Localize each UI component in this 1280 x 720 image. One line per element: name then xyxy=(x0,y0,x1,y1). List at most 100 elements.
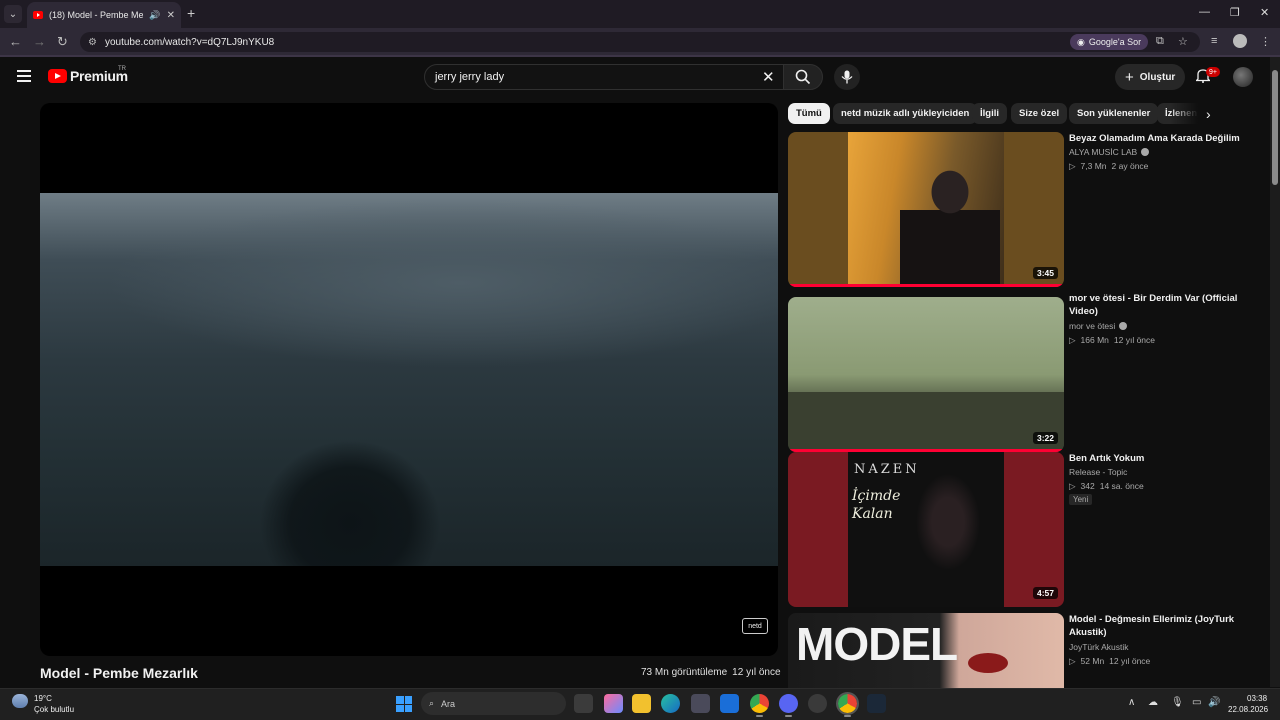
thumbnail-text: MODEL xyxy=(796,618,958,670)
age: 2 ay önce xyxy=(1111,161,1149,171)
search-icon xyxy=(795,69,811,85)
recommendation-channel[interactable]: Release - Topic xyxy=(1069,467,1127,477)
voice-search-button[interactable] xyxy=(834,64,860,90)
recommendation-meta: ▷ 7,3 Mn 2 ay önce xyxy=(1069,161,1148,172)
tab-search-button[interactable]: ⌄ xyxy=(4,5,22,23)
cast-icon[interactable]: ⧉ xyxy=(1156,35,1164,48)
file-explorer-icon[interactable] xyxy=(632,694,651,713)
play-icon: ▷ xyxy=(1069,335,1076,345)
profile-avatar[interactable] xyxy=(1233,34,1247,48)
age: 14 sa. önce xyxy=(1099,481,1144,491)
edge-icon[interactable] xyxy=(661,694,680,713)
album-title-text: NAZEN xyxy=(854,462,920,477)
chip-all[interactable]: Tümü xyxy=(788,103,830,124)
view-count: 73 Mn görüntüleme xyxy=(641,667,728,678)
recommendation-thumbnail[interactable]: MODEL xyxy=(788,613,1064,688)
forward-icon[interactable]: → xyxy=(33,34,46,49)
account-avatar[interactable] xyxy=(1233,67,1253,87)
speaker-icon[interactable]: 🔊 xyxy=(149,10,160,21)
recommendation-thumbnail[interactable]: 3:22 xyxy=(788,297,1064,452)
task-view-icon[interactable] xyxy=(574,694,593,713)
lens-icon: ◉ xyxy=(1077,36,1085,47)
recommendation-meta: ▷ 166 Mn 12 yıl önce xyxy=(1069,335,1155,346)
url-text: youtube.com/watch?v=dQ7LJ9nYKU8 xyxy=(104,36,275,48)
search-button[interactable] xyxy=(783,64,823,90)
clock-time[interactable]: 03:38 xyxy=(1247,694,1267,703)
minimize-icon[interactable]: — xyxy=(1199,6,1210,18)
scrollbar-thumb[interactable] xyxy=(1272,70,1278,185)
tab-close-icon[interactable]: ✕ xyxy=(167,10,175,21)
restore-icon[interactable]: ❐ xyxy=(1230,6,1240,19)
notification-count-badge: 9+ xyxy=(1206,67,1220,77)
weather-condition[interactable]: Çok bulutlu xyxy=(34,705,74,714)
address-bar[interactable]: ⚙ youtube.com/watch?v=dQ7LJ9nYKU8 xyxy=(80,32,1200,52)
clear-search-icon[interactable]: ✕ xyxy=(762,68,775,86)
weather-cloud-icon[interactable] xyxy=(12,694,28,708)
duration-badge: 4:57 xyxy=(1032,587,1058,599)
recommendation-title[interactable]: Beyaz Olamadım Ama Karada Değilim xyxy=(1069,132,1244,145)
reading-list-icon[interactable]: ≡ xyxy=(1211,35,1217,47)
video-player[interactable]: netd xyxy=(40,103,778,656)
youtube-logo[interactable]: Premium xyxy=(48,68,128,84)
reload-icon[interactable]: ↻ xyxy=(57,34,68,50)
chip-uploader[interactable]: netd müzik adlı yükleyiciden xyxy=(833,103,978,124)
chip-for-you[interactable]: Size özel xyxy=(1011,103,1068,124)
search-query: jerry jerry lady xyxy=(435,71,505,83)
search-icon: ⌕ xyxy=(429,698,435,708)
verified-icon xyxy=(1119,322,1128,330)
channel-name: ALYA MUSİC LAB xyxy=(1069,147,1138,157)
recommendation-title[interactable]: Model - Değmesin Ellerimiz (JoyTurk Akus… xyxy=(1069,613,1244,639)
new-badge: Yeni xyxy=(1069,494,1093,505)
recommendation-meta: ▷ 52 Mn 12 yıl önce xyxy=(1069,656,1150,667)
youtube-play-icon xyxy=(48,69,67,83)
chevron-right-icon[interactable]: › xyxy=(1206,106,1211,122)
recommendation-channel[interactable]: mor ve ötesi xyxy=(1069,321,1128,331)
site-info-icon[interactable]: ⚙ xyxy=(88,37,97,48)
back-icon[interactable]: ← xyxy=(9,34,22,49)
search-input[interactable]: jerry jerry lady xyxy=(424,64,784,90)
recommendation-channel[interactable]: ALYA MUSİC LAB xyxy=(1069,147,1150,157)
recommendation-channel[interactable]: JoyTürk Akustik xyxy=(1069,642,1129,652)
steam-icon[interactable] xyxy=(867,694,886,713)
recommendation-meta: ▷ 342 14 sa. önce xyxy=(1069,481,1144,492)
google-ask-button[interactable]: ◉ Google'a Sor xyxy=(1070,34,1149,50)
window-close-icon[interactable]: ✕ xyxy=(1260,6,1269,19)
views: 342 xyxy=(1080,481,1095,491)
upload-age: 12 yıl önce xyxy=(732,667,781,678)
copilot-icon[interactable] xyxy=(604,694,623,713)
play-icon: ▷ xyxy=(1069,656,1076,666)
chrome-icon[interactable] xyxy=(750,694,769,717)
display-tray-icon[interactable]: ▭ xyxy=(1192,697,1201,708)
channel-name: mor ve ötesi xyxy=(1069,321,1116,331)
recommendation-title[interactable]: Ben Artık Yokum xyxy=(1069,452,1244,465)
chip-recent[interactable]: Son yüklenenler xyxy=(1069,103,1159,124)
recommendation-thumbnail[interactable]: 3:45 xyxy=(788,132,1064,287)
chrome-active-icon[interactable] xyxy=(836,692,859,717)
cloud-tray-icon[interactable]: ☁ xyxy=(1148,697,1158,708)
recommendation-thumbnail[interactable]: NAZEN İçimde Kalan 4:57 xyxy=(788,452,1064,607)
taskbar-search[interactable]: ⌕ Ara xyxy=(421,692,566,715)
thumbnail-image xyxy=(968,653,1008,673)
bookmark-star-icon[interactable]: ☆ xyxy=(1178,35,1188,48)
channel-watermark[interactable]: netd xyxy=(742,618,768,634)
discord-icon[interactable] xyxy=(779,694,798,717)
new-tab-button[interactable]: + xyxy=(187,5,195,21)
browser-menu-icon[interactable]: ⋮ xyxy=(1260,35,1271,48)
recommendation-title[interactable]: mor ve ötesi - Bir Derdim Var (Official … xyxy=(1069,292,1244,318)
menu-icon[interactable] xyxy=(17,70,31,82)
clock-date[interactable]: 22.08.2026 xyxy=(1228,705,1268,714)
microphone-tray-icon[interactable]: 🎙 xyxy=(1171,697,1184,708)
windows-start-icon[interactable] xyxy=(396,696,412,712)
create-label: Oluştur xyxy=(1139,71,1176,83)
play-icon: ▷ xyxy=(1069,481,1076,491)
volume-tray-icon[interactable]: 🔊 xyxy=(1208,697,1220,708)
store-icon[interactable] xyxy=(691,694,710,713)
app-icon[interactable] xyxy=(808,694,827,713)
chip-fade xyxy=(1170,100,1210,128)
mail-icon[interactable] xyxy=(720,694,739,713)
chip-related[interactable]: İlgili xyxy=(972,103,1007,124)
browser-tab-active[interactable]: (18) Model - Pembe Mezarlık 🔊 ✕ xyxy=(27,2,181,28)
create-button[interactable]: + Oluştur xyxy=(1115,64,1186,90)
tray-overflow-icon[interactable]: ∧ xyxy=(1128,697,1135,708)
weather-temperature[interactable]: 19°C xyxy=(34,694,52,703)
